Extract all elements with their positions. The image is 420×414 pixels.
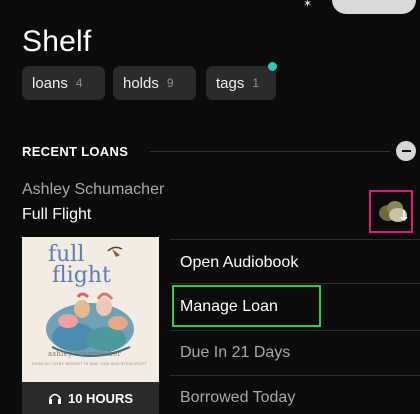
cloud-download-icon[interactable] — [377, 198, 409, 224]
due-date-label: Due In 21 Days — [180, 344, 291, 361]
borrowed-date-label: Borrowed Today — [180, 389, 296, 406]
filter-holds-count: 9 — [166, 76, 174, 90]
cover-author: ashley schumacher — [48, 350, 122, 358]
filter-tags-label: tags — [216, 74, 245, 92]
page-title: Shelf — [22, 25, 92, 58]
book-author: Ashley Schumacher — [22, 181, 165, 198]
minus-circle-icon[interactable] — [396, 141, 416, 161]
filter-loans-count: 4 — [75, 76, 83, 90]
duration-label: 10 HOURS — [67, 390, 134, 406]
section-divider — [150, 151, 390, 152]
filter-loans[interactable]: loans 4 — [22, 66, 105, 100]
menu-divider — [170, 239, 420, 240]
cover-credit: READ BY COBY BENNETTS AND TINA WOLSTENCR… — [32, 361, 147, 366]
menu-divider — [170, 283, 420, 284]
menu-divider — [170, 330, 420, 331]
book-title: Full Flight — [22, 206, 92, 223]
top-pill[interactable] — [332, 0, 416, 14]
menu-divider — [170, 375, 420, 376]
cover-title-line2: flight — [52, 263, 111, 288]
filter-holds-label: holds — [123, 74, 159, 92]
filter-loans-label: loans — [32, 74, 68, 92]
filter-holds[interactable]: holds 9 — [113, 66, 196, 100]
filter-tags-count: 1 — [252, 76, 260, 90]
manage-loan-highlight — [172, 285, 321, 327]
duration-bar: 10 HOURS — [22, 382, 159, 414]
sparkle-icon: ✶ — [303, 0, 313, 10]
section-header: RECENT LOANS — [22, 144, 129, 159]
new-tag-indicator — [268, 62, 277, 71]
open-audiobook-button[interactable]: Open Audiobook — [180, 254, 298, 272]
filter-tags[interactable]: tags 1 — [206, 66, 276, 100]
headphones-icon — [48, 393, 61, 404]
